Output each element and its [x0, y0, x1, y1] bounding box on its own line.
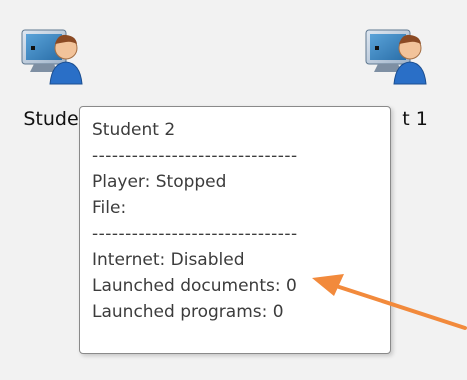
tooltip-separator: -------------------------------: [92, 224, 298, 244]
annotation-arrow-icon: [312, 274, 467, 330]
tooltip-title: Student 2: [92, 120, 176, 140]
tooltip-player-status: Player: Stopped: [92, 172, 227, 192]
tooltip-file: File:: [92, 198, 127, 218]
student-computer-icon: [365, 29, 427, 85]
tooltip-separator: -------------------------------: [92, 146, 298, 166]
student-grid-panel: Stude t 1 Student 2 --------------------…: [0, 0, 467, 380]
student-computer-icon: [21, 29, 83, 85]
